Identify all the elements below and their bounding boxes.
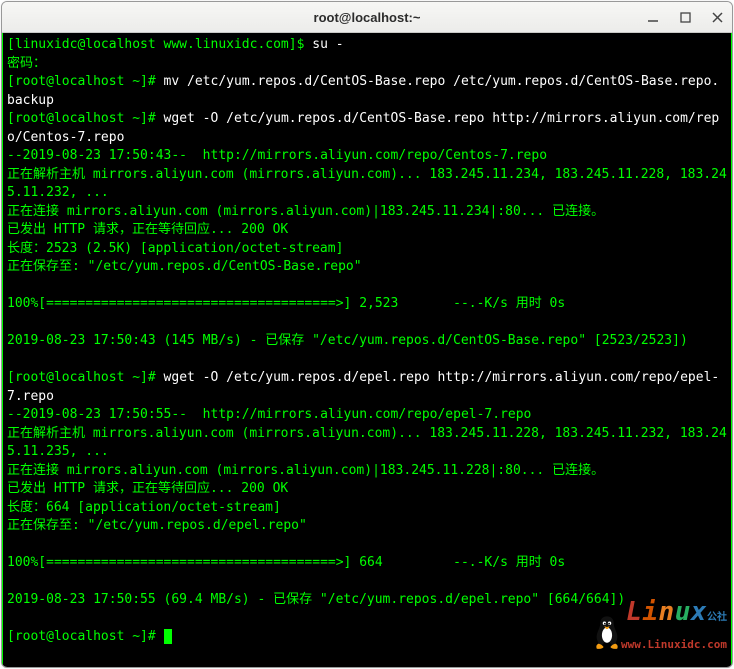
- output-line: 长度：664 [application/octet-stream]: [7, 500, 281, 515]
- output-line: 正在解析主机 mirrors.aliyun.com (mirrors.aliyu…: [7, 167, 727, 201]
- terminal-cursor: [164, 629, 172, 644]
- prompt-root: [root@localhost ~]#: [7, 111, 164, 126]
- output-line: --2019-08-23 17:50:43-- http://mirrors.a…: [7, 148, 547, 163]
- window-title: root@localhost:~: [314, 10, 421, 25]
- maximize-button[interactable]: [674, 6, 696, 28]
- output-line: 2019-08-23 17:50:55 (69.4 MB/s) - 已保存 "/…: [7, 592, 625, 607]
- output-line: 已发出 HTTP 请求，正在等待回应... 200 OK: [7, 222, 288, 237]
- prompt-root: [root@localhost ~]#: [7, 629, 164, 644]
- progress-bar: 100%[===================================…: [7, 296, 565, 311]
- output-line: 密码：: [7, 56, 46, 71]
- window-titlebar: root@localhost:~: [2, 2, 732, 33]
- output-line: 正在解析主机 mirrors.aliyun.com (mirrors.aliyu…: [7, 426, 727, 460]
- logo-url: www.Linuxidc.com: [621, 638, 727, 651]
- prompt-root: [root@localhost ~]#: [7, 370, 164, 385]
- output-line: --2019-08-23 17:50:55-- http://mirrors.a…: [7, 407, 531, 422]
- close-button[interactable]: [706, 6, 728, 28]
- prompt-root: [root@localhost ~]#: [7, 74, 164, 89]
- terminal-body[interactable]: [linuxidc@localhost www.linuxidc.com]$ s…: [2, 33, 732, 668]
- output-line: 已发出 HTTP 请求，正在等待回应... 200 OK: [7, 481, 288, 496]
- output-line: 正在保存至: "/etc/yum.repos.d/CentOS-Base.rep…: [7, 259, 362, 274]
- output-line: 正在连接 mirrors.aliyun.com (mirrors.aliyun.…: [7, 204, 604, 219]
- progress-bar: 100%[===================================…: [7, 555, 565, 570]
- cmd-su: su -: [312, 37, 343, 52]
- output-line: 正在连接 mirrors.aliyun.com (mirrors.aliyun.…: [7, 463, 604, 478]
- window-controls: [632, 2, 728, 32]
- output-line: 正在保存至: "/etc/yum.repos.d/epel.repo": [7, 518, 307, 533]
- output-line: 2019-08-23 17:50:43 (145 MB/s) - 已保存 "/e…: [7, 333, 688, 348]
- terminal-window: root@localhost:~ [linuxidc@localhost www…: [1, 1, 733, 668]
- output-line: 长度：2523 (2.5K) [application/octet-stream…: [7, 241, 343, 256]
- logo-sub: 公社: [707, 612, 727, 623]
- prompt-user: [linuxidc@localhost www.linuxidc.com]$: [7, 37, 312, 52]
- logo-text: Linux: [626, 597, 707, 627]
- minimize-button[interactable]: [642, 6, 664, 28]
- watermark-logo: Linux公社 www.Linuxidc.com: [543, 574, 727, 664]
